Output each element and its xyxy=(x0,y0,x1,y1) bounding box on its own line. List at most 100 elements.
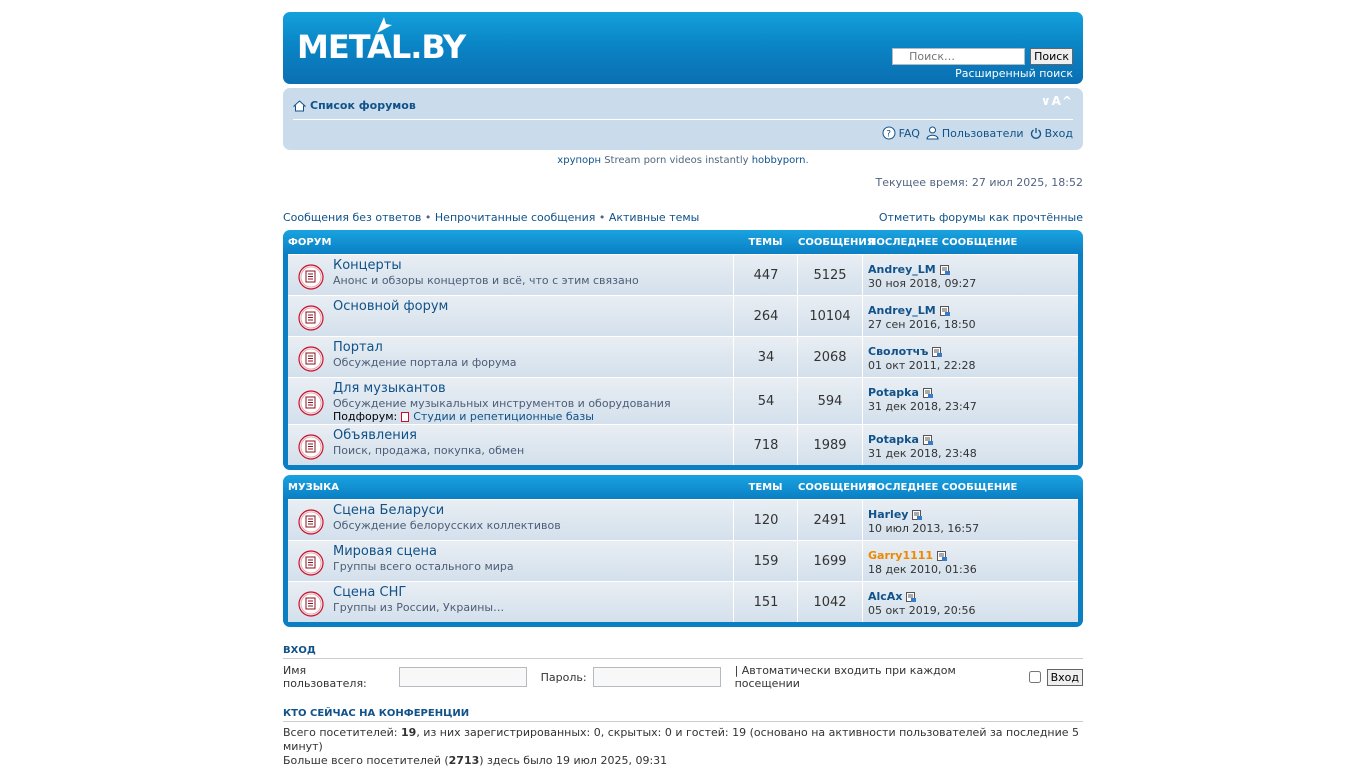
block-header: ФОРУМ ТЕМЫ СООБЩЕНИЯ ПОСЛЕДНЕЕ СООБЩЕНИЕ xyxy=(288,230,1078,254)
last-post-author: AlcAx xyxy=(868,590,975,603)
posts-count: 1042 xyxy=(797,582,862,622)
home-icon xyxy=(293,99,306,111)
view-latest-post-icon[interactable] xyxy=(932,346,943,357)
autologin-label: | Автоматически входить при каждом посещ… xyxy=(734,664,956,690)
site-logo[interactable]: METAL.BY xyxy=(297,17,466,66)
forum-row: Концерты Анонс и обзоры концертов и всё,… xyxy=(288,254,1078,295)
last-post-author-link[interactable]: Garry1111 xyxy=(868,549,933,562)
unread-link[interactable]: Непрочитанные сообщения xyxy=(435,211,595,224)
forum-title-link[interactable]: Мировая сцена xyxy=(333,544,437,559)
col-topics-header: ТЕМЫ xyxy=(748,236,783,248)
view-latest-post-icon[interactable] xyxy=(912,509,923,520)
users-link[interactable]: Пользователи xyxy=(926,126,1024,140)
forum-title-link[interactable]: Сцена Беларуси xyxy=(333,503,444,518)
block-title[interactable]: ФОРУМ xyxy=(288,237,331,248)
forum-title-link[interactable]: Портал xyxy=(333,340,383,355)
forum-description: Обсуждение музыкальных инструментов и об… xyxy=(333,397,671,410)
forum-title-link[interactable]: Основной форум xyxy=(333,299,448,314)
search-box: Поиск xyxy=(892,48,1073,65)
ad-end: . xyxy=(805,155,809,166)
forum-read-icon xyxy=(298,264,324,290)
logo-arrow-icon xyxy=(377,17,392,33)
forum-read-icon xyxy=(298,509,324,535)
users-label: Пользователи xyxy=(941,126,1024,140)
col-last-header: ПОСЛЕДНЕЕ СООБЩЕНИЕ xyxy=(868,236,1018,248)
last-post-author-link[interactable]: Harley xyxy=(868,508,908,521)
col-last-header: ПОСЛЕДНЕЕ СООБЩЕНИЕ xyxy=(868,481,1018,493)
forum-description: Анонс и обзоры концертов и всё, что с эт… xyxy=(333,274,639,287)
last-post: Andrey_LM 30 ноя 2018, 09:27 xyxy=(862,255,976,295)
who-line-1: Всего посетителей: 19, из них зарегистри… xyxy=(283,726,1083,754)
ad-link-1[interactable]: хрупорн xyxy=(557,155,601,166)
autologin-checkbox[interactable] xyxy=(1028,671,1041,683)
forum-title-link[interactable]: Для музыкантов xyxy=(333,381,446,396)
topics-count: 718 xyxy=(733,425,798,465)
last-post-author-link[interactable]: Сволотчъ xyxy=(868,345,928,358)
last-post-author-link[interactable]: Andrey_LM xyxy=(868,304,936,317)
col-topics-header: ТЕМЫ xyxy=(748,481,783,493)
last-post-author: Garry1111 xyxy=(868,549,977,562)
login-label: Вход xyxy=(1044,126,1073,140)
posts-count: 2491 xyxy=(797,500,862,540)
password-input[interactable] xyxy=(592,667,721,687)
last-post-date: 05 окт 2019, 20:56 xyxy=(868,604,976,617)
unanswered-link[interactable]: Сообщения без ответов xyxy=(283,211,421,224)
quick-sep-1: • xyxy=(421,211,435,224)
who-max: 2713 xyxy=(448,754,480,767)
breadcrumb-home[interactable]: Список форумов xyxy=(293,99,416,112)
last-post-author-link[interactable]: Potapka xyxy=(868,386,919,399)
forum-read-icon xyxy=(298,591,324,617)
col-posts-header: СООБЩЕНИЯ xyxy=(798,236,875,248)
password-label: Пароль: xyxy=(540,670,587,684)
last-post-date: 01 окт 2011, 22:28 xyxy=(868,359,976,372)
topics-count: 159 xyxy=(733,541,798,581)
who-line-2: Больше всего посетителей (2713) здесь бы… xyxy=(283,754,1083,768)
users-icon xyxy=(926,126,939,140)
who-total: 19 xyxy=(401,726,417,739)
forum-row: Портал Обсуждение портала и форума 34 206… xyxy=(288,336,1078,377)
mark-read-link[interactable]: Отметить форумы как прочтённые xyxy=(879,211,1083,224)
view-latest-post-icon[interactable] xyxy=(939,305,950,316)
view-latest-post-icon[interactable] xyxy=(906,591,917,602)
current-time: Текущее время: 27 июл 2025, 18:52 xyxy=(875,176,1083,189)
faq-link[interactable]: ? FAQ xyxy=(882,126,920,140)
last-post-date: 31 дек 2018, 23:47 xyxy=(868,400,977,413)
last-post-author: Сволотчъ xyxy=(868,345,975,358)
view-latest-post-icon[interactable] xyxy=(922,434,933,445)
search-button[interactable]: Поиск xyxy=(1030,48,1073,65)
view-latest-post-icon[interactable] xyxy=(939,264,950,275)
search-input[interactable] xyxy=(892,48,1026,65)
who-line1-a: Всего посетителей: xyxy=(283,726,401,739)
last-post-author: Andrey_LM xyxy=(868,263,976,276)
who-line2-a: Больше всего посетителей ( xyxy=(283,754,449,767)
last-post-author-link[interactable]: AlcAx xyxy=(868,590,902,603)
view-latest-post-icon[interactable] xyxy=(937,550,948,561)
block-title[interactable]: МУЗЫКА xyxy=(288,482,339,493)
advanced-search-link[interactable]: Расширенный поиск xyxy=(955,67,1073,80)
forum-title-link[interactable]: Сцена СНГ xyxy=(333,585,406,600)
last-post-date: 18 дек 2010, 01:36 xyxy=(868,563,977,576)
last-post-author: Potapka xyxy=(868,433,977,446)
ad-link-2[interactable]: hobbyporn xyxy=(752,155,806,166)
active-topics-link[interactable]: Активные темы xyxy=(609,211,700,224)
login-heading: ВХОД xyxy=(283,645,1083,659)
posts-count: 2068 xyxy=(797,337,862,377)
forum-description: Обсуждение портала и форума xyxy=(333,356,517,369)
username-input[interactable] xyxy=(398,667,527,687)
last-post: Andrey_LM 27 сен 2016, 18:50 xyxy=(862,296,976,336)
forum-read-icon xyxy=(298,434,324,460)
font-size-toggle[interactable]: ∨A^ xyxy=(1041,94,1073,108)
forum-title-link[interactable]: Объявления xyxy=(333,428,417,443)
forum-title-link[interactable]: Концерты xyxy=(333,258,402,273)
forum-block: ФОРУМ ТЕМЫ СООБЩЕНИЯ ПОСЛЕДНЕЕ СООБЩЕНИЕ… xyxy=(283,230,1083,470)
login-link[interactable]: Вход xyxy=(1030,127,1073,140)
last-post-author: Potapka xyxy=(868,386,977,399)
login-button[interactable]: Вход xyxy=(1046,668,1083,686)
last-post-author-link[interactable]: Andrey_LM xyxy=(868,263,936,276)
topics-count: 151 xyxy=(733,582,798,622)
subforum-link[interactable]: Студии и репетиционные базы xyxy=(413,410,594,423)
last-post-author-link[interactable]: Potapka xyxy=(868,433,919,446)
view-latest-post-icon[interactable] xyxy=(922,387,933,398)
quick-links: Сообщения без ответов • Непрочитанные со… xyxy=(283,211,1083,224)
navbar-divider xyxy=(293,119,1073,120)
